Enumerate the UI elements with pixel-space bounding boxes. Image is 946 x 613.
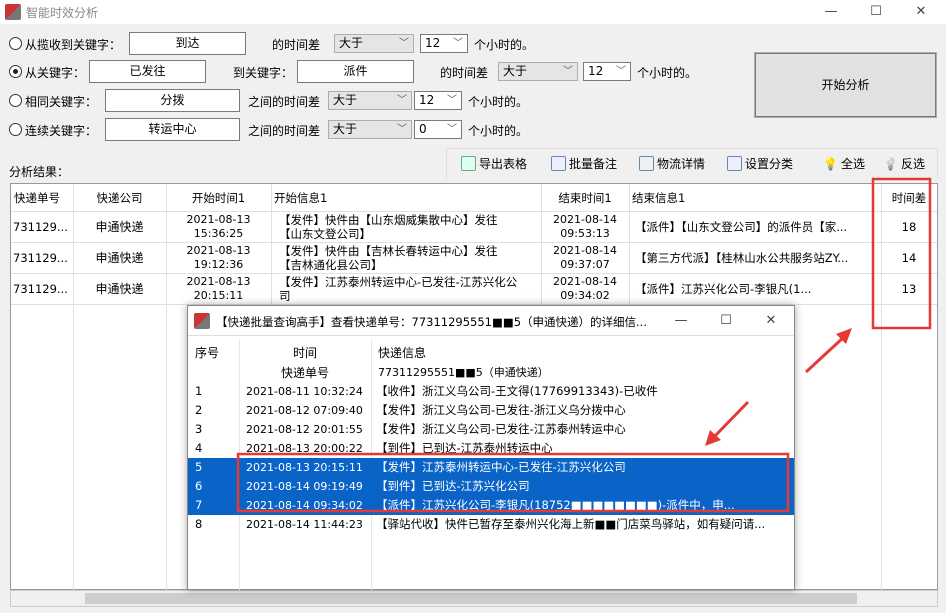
arrow-up-right bbox=[806, 336, 845, 372]
annotation-overlay bbox=[0, 0, 946, 613]
arrow-down-left bbox=[713, 402, 748, 438]
rows-highlight-box bbox=[238, 454, 788, 511]
diff-column-highlight-box bbox=[873, 179, 930, 328]
